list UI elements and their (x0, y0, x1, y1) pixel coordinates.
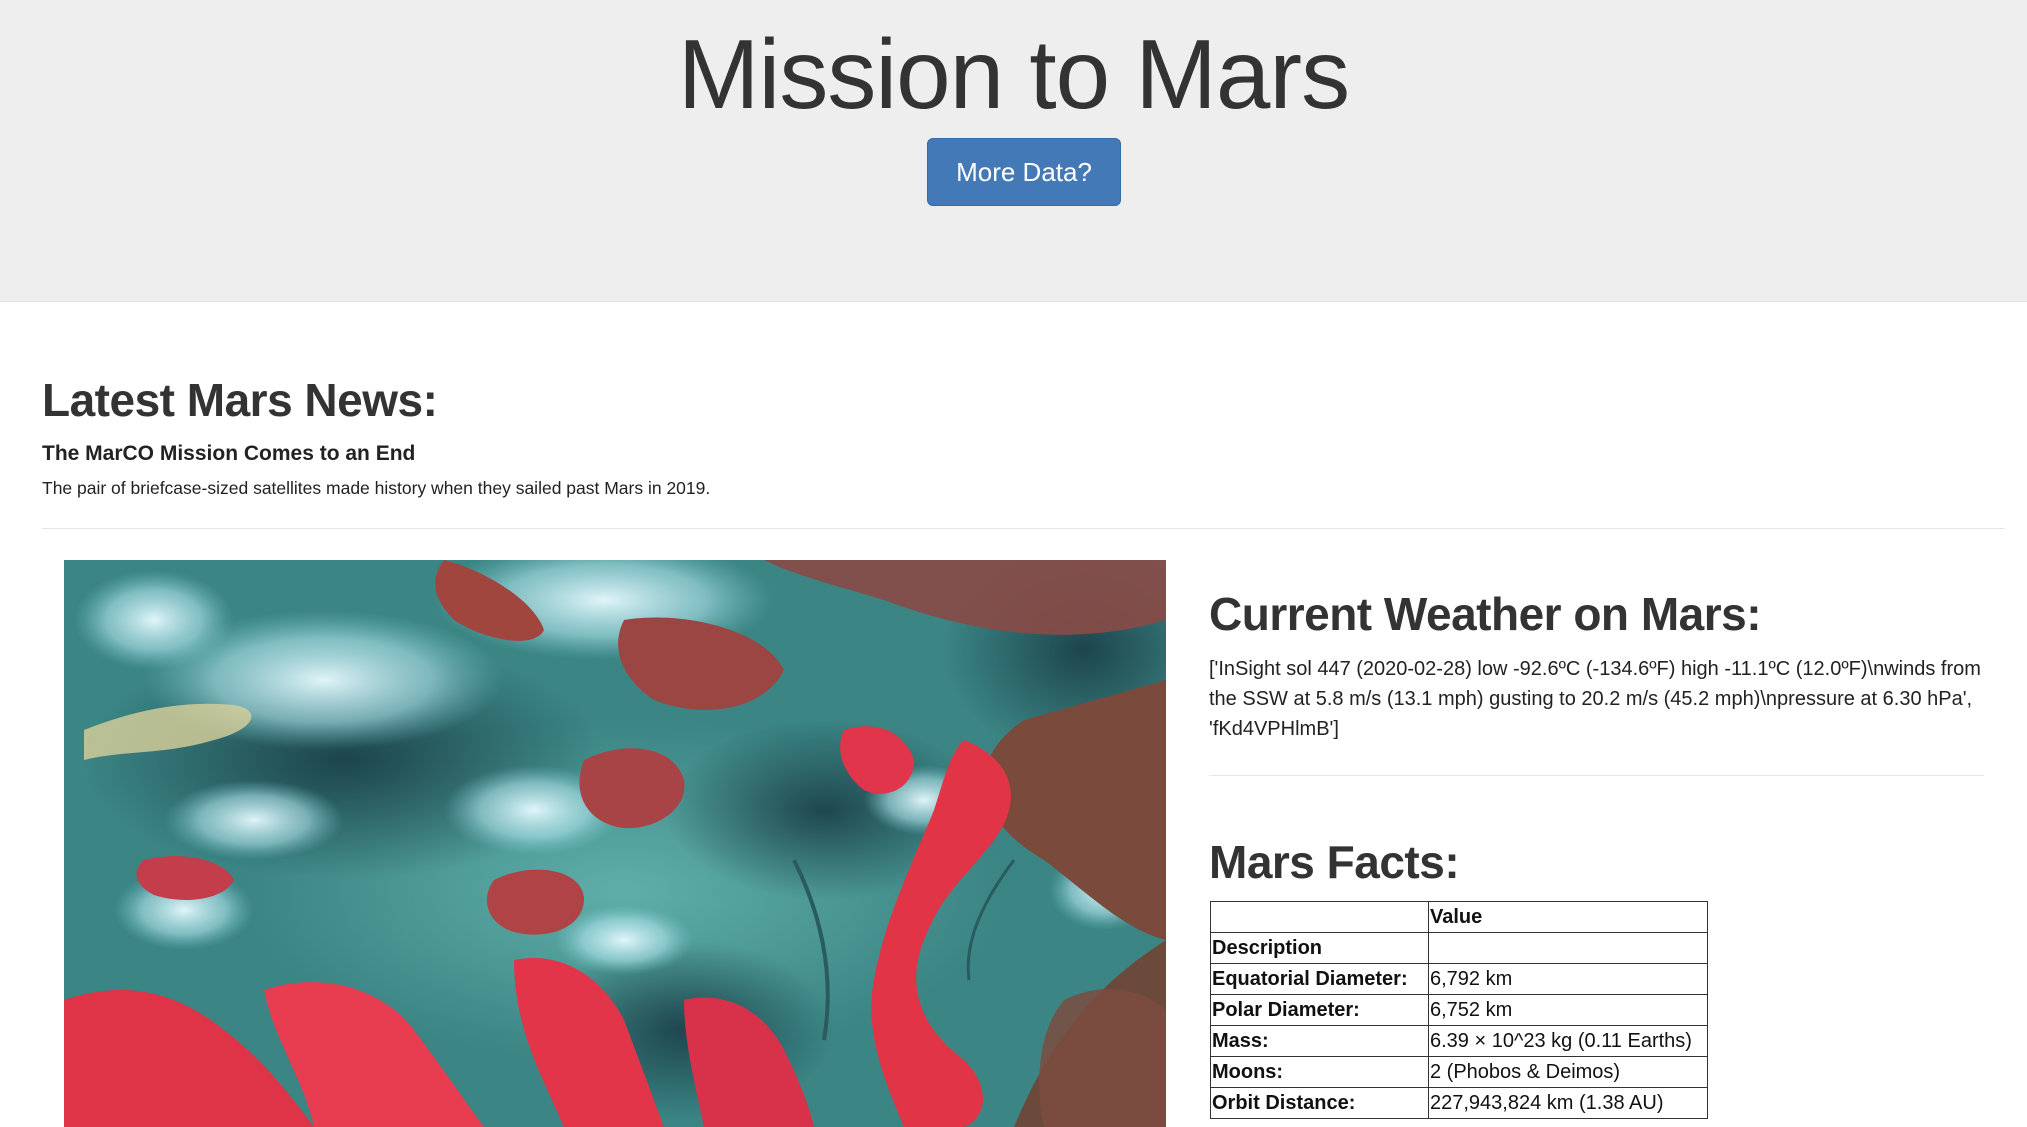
page-title: Mission to Mars (677, 19, 1350, 129)
jumbotron-header: Mission to Mars More Data? (0, 0, 2027, 302)
weather-text: ['InSight sol 447 (2020-02-28) low -92.6… (1209, 658, 1981, 740)
table-row: Moons: 2 (Phobos & Deimos) (1210, 1056, 1708, 1088)
fact-label: Polar Diameter: (1210, 994, 1429, 1026)
fact-value (1428, 932, 1708, 964)
news-teaser: The pair of briefcase-sized satellites m… (42, 478, 711, 498)
weather-divider (1209, 775, 1984, 776)
news-title: The MarCO Mission Comes to an End (42, 442, 416, 465)
fact-value: 6,752 km (1428, 994, 1708, 1026)
facts-table: Value Description Equatorial Diameter: 6… (1210, 901, 1708, 1119)
column-header (1210, 901, 1429, 933)
fact-label: Description (1210, 932, 1429, 964)
table-row: Equatorial Diameter: 6,792 km (1210, 963, 1708, 995)
weather-heading: Current Weather on Mars: (1209, 588, 1762, 640)
news-heading: Latest Mars News: (42, 374, 438, 426)
fact-label: Orbit Distance: (1210, 1087, 1429, 1119)
fact-value: 6,792 km (1428, 963, 1708, 995)
news-divider (42, 528, 2005, 529)
fact-label: Equatorial Diameter: (1210, 963, 1429, 995)
table-row: Polar Diameter: 6,752 km (1210, 994, 1708, 1026)
table-header-row: Value (1210, 901, 1708, 933)
featured-mars-image (64, 560, 1166, 1127)
fact-value: 6.39 × 10^23 kg (0.11 Earths) (1428, 1025, 1708, 1057)
fact-value: 227,943,824 km (1.38 AU) (1428, 1087, 1708, 1119)
table-row: Mass: 6.39 × 10^23 kg (0.11 Earths) (1210, 1025, 1708, 1057)
more-data-button[interactable]: More Data? (927, 138, 1121, 206)
column-header: Value (1428, 901, 1708, 933)
fact-label: Moons: (1210, 1056, 1429, 1088)
fact-label: Mass: (1210, 1025, 1429, 1057)
fact-value: 2 (Phobos & Deimos) (1428, 1056, 1708, 1088)
facts-heading: Mars Facts: (1209, 836, 1460, 888)
table-row: Description (1210, 932, 1708, 964)
table-row: Orbit Distance: 227,943,824 km (1.38 AU) (1210, 1087, 1708, 1119)
